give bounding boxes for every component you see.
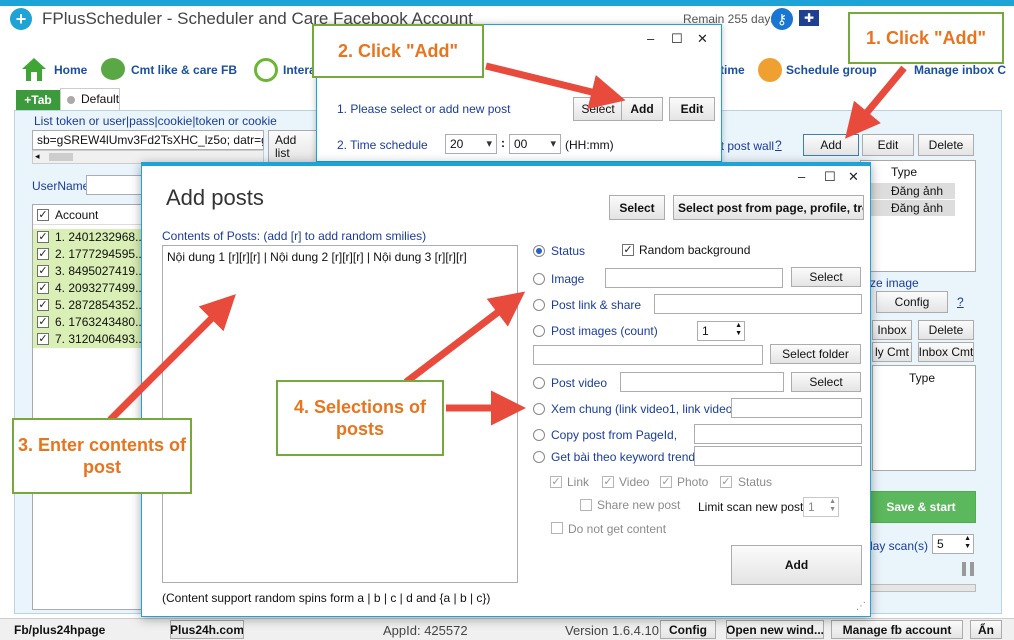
arrow-2 [485,62,626,109]
arrow-1 [845,65,907,139]
callout-2: 2. Click "Add" [312,24,484,78]
callout-4: 4. Selections of posts [276,380,444,456]
arrow-3 [107,294,236,423]
callout-1: 1. Click "Add" [848,12,1004,64]
callout-3: 3. Enter contents of post [12,418,192,494]
arrow-4a [403,291,526,385]
arrow-layer [107,62,907,426]
